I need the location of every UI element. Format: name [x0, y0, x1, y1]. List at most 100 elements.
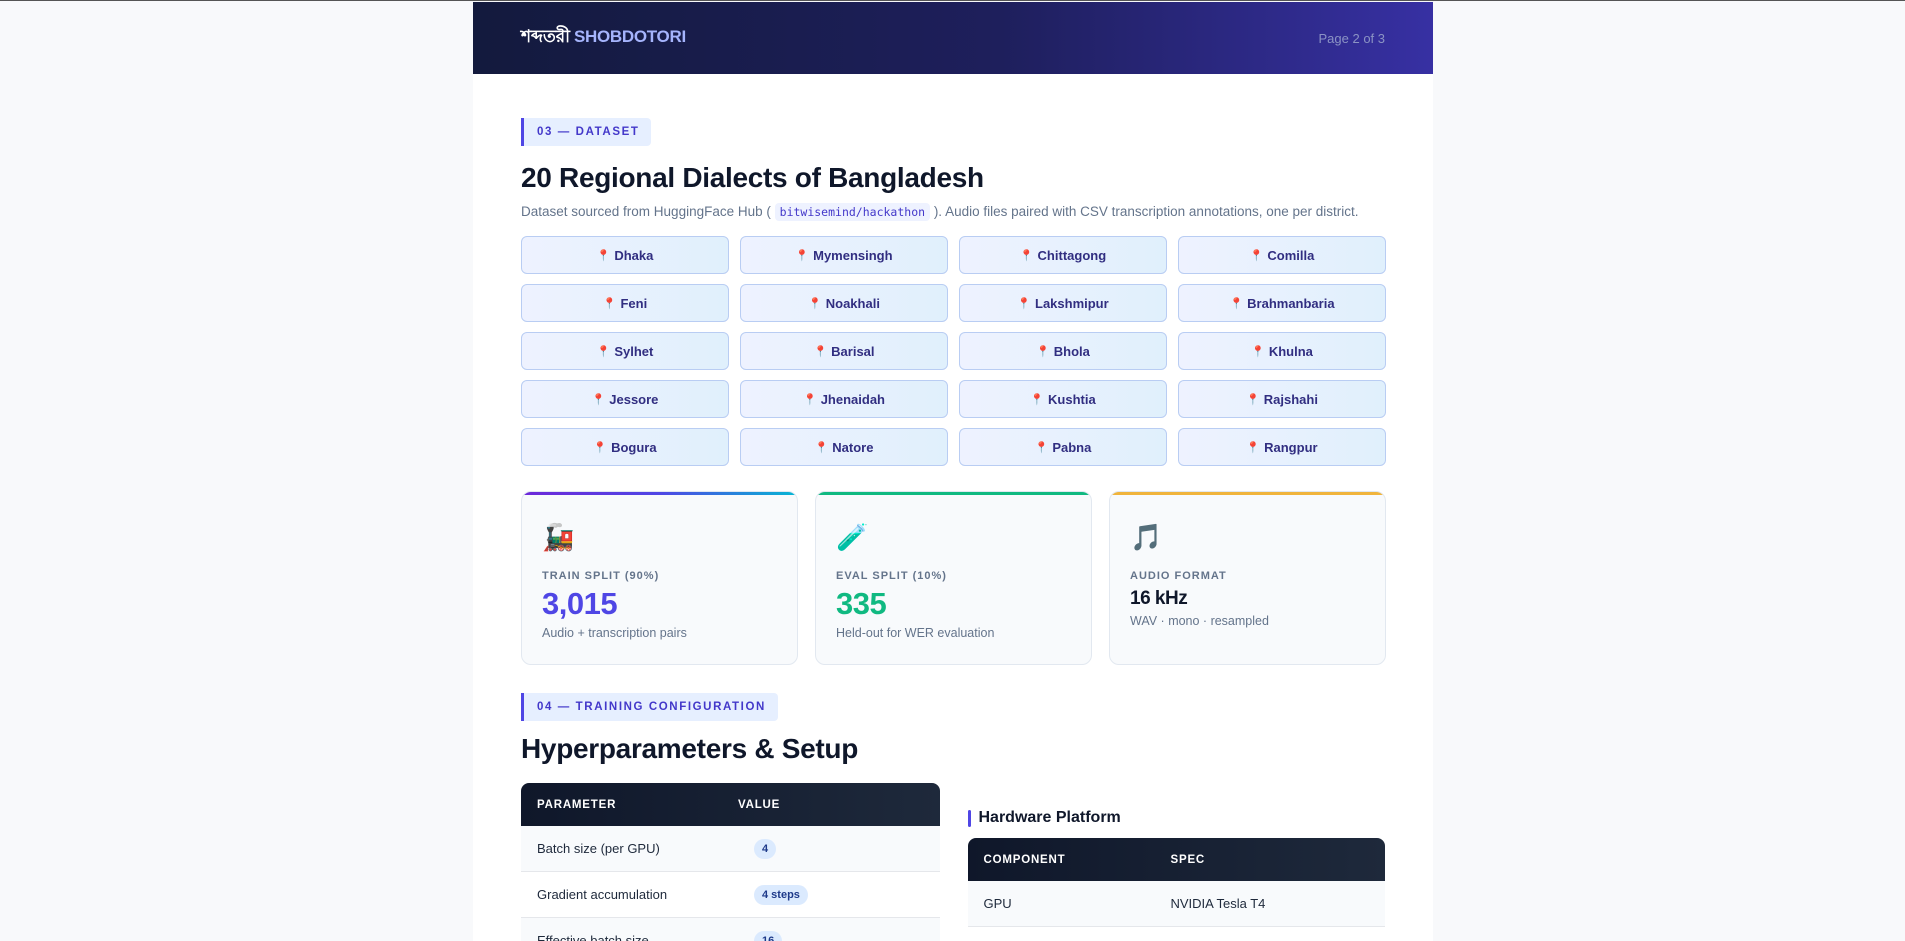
card-accent-bar: [1110, 492, 1385, 495]
round-pushpin-icon: 📍: [596, 249, 611, 262]
component-cell: GPU: [983, 896, 1012, 911]
dialect-chip: 📍 Natore: [740, 428, 948, 466]
table-header: COMPONENT SPEC: [967, 838, 1385, 881]
dialect-label: Rajshahi: [1263, 391, 1318, 407]
dialect-label: Kushtia: [1048, 391, 1096, 407]
dialect-chip: 📍 Sylhet: [521, 332, 729, 370]
page-header: শব্দতরী SHOBDOTORI Page 2 of 3: [473, 2, 1433, 74]
round-pushpin-icon: 📍: [1251, 345, 1265, 358]
stat-value: 335: [836, 586, 887, 621]
training-tables: PARAMETER VALUE Batch size (per GPU) 4 Gra…: [521, 783, 1385, 941]
brand-logo: শব্দতরী SHOBDOTORI: [521, 24, 686, 52]
stat-caption: Audio + transcription pairs: [542, 626, 687, 640]
dialect-label: Comilla: [1267, 247, 1315, 263]
hardware-section: Hardware Platform COMPONENT SPEC GPU NVID…: [967, 783, 1386, 941]
column-header-value: VALUE: [738, 798, 781, 811]
section-kicker-dataset: 03 — DATASET: [521, 118, 652, 146]
brand-bangla: শব্দতরী: [521, 27, 570, 47]
stat-caption: Held-out for WER evaluation: [836, 626, 995, 640]
dataset-repo-code: bitwisemind/hackathon: [774, 203, 931, 221]
table-row: GPU NVIDIA Tesla T4: [967, 881, 1385, 927]
dialect-chip: 📍 Comilla: [1178, 236, 1386, 274]
round-pushpin-icon: 📍: [1229, 297, 1244, 310]
stat-label: AUDIO FORMAT: [1130, 570, 1227, 582]
column-header-parameter: PARAMETER: [537, 798, 617, 811]
section-title-training: Hyperparameters & Setup: [521, 733, 859, 764]
round-pushpin-icon: 📍: [1019, 249, 1034, 262]
value-badge: 16: [754, 930, 783, 941]
parameter-cell: Effective batch size: [537, 933, 649, 941]
lede-text-before: Dataset sourced from HuggingFace Hub (: [521, 204, 771, 219]
stat-label: TRAIN SPLIT (90%): [542, 570, 660, 582]
card-accent-bar: [816, 492, 1091, 495]
hardware-table: COMPONENT SPEC GPU NVIDIA Tesla T4: [967, 838, 1386, 941]
hyperparameter-table: PARAMETER VALUE Batch size (per GPU) 4 Gra…: [521, 783, 940, 941]
dialect-chip: 📍 Mymensingh: [740, 236, 948, 274]
dialect-label: Lakshmipur: [1035, 295, 1109, 311]
round-pushpin-icon: 📍: [808, 297, 822, 310]
dialect-grid: 📍 Dhaka 📍 Mymensingh 📍 Chittagong 📍 Comilla 📍 Fen…: [521, 236, 1386, 466]
dialect-label: Bogura: [611, 439, 657, 455]
section-kicker-training: 04 — TRAINING CONFIGURATION: [521, 693, 778, 721]
round-pushpin-icon: 📍: [602, 297, 617, 310]
dialect-label: Chittagong: [1037, 247, 1107, 263]
dialect-label: Feni: [620, 295, 648, 311]
stat-card: 🧪 EVAL SPLIT (10%) 335 Held-out for WER eva…: [815, 491, 1092, 665]
dialect-label: Khulna: [1268, 343, 1313, 359]
dialect-label: Noakhali: [825, 295, 880, 311]
table-row: Gradient accumulation 4 steps: [521, 872, 940, 918]
stat-caption: WAV · mono · resampled: [1130, 614, 1269, 628]
dialect-label: Rangpur: [1264, 439, 1318, 455]
dialect-chip: 📍 Khulna: [1178, 332, 1386, 370]
dialect-chip: 📍 Kushtia: [959, 380, 1167, 418]
round-pushpin-icon: 📍: [1249, 249, 1264, 262]
round-pushpin-icon: 📍: [1030, 393, 1045, 406]
page-content: 03 — DATASET 20 Regional Dialects of Ban…: [473, 74, 1433, 941]
stat-label: EVAL SPLIT (10%): [836, 570, 947, 582]
table-body: Batch size (per GPU) 4 Gradient accumulati…: [521, 826, 940, 941]
parameter-cell: Batch size (per GPU): [537, 841, 660, 856]
dialect-chip: 📍 Rajshahi: [1178, 380, 1386, 418]
stat-value: 3,015: [542, 586, 618, 621]
card-accent-bar: [522, 492, 797, 495]
page-number: Page 2 of 3: [1318, 30, 1386, 46]
dialect-label: Bhola: [1053, 343, 1090, 359]
stat-value: 16 kHz: [1130, 588, 1188, 609]
dialect-chip: 📍 Lakshmipur: [959, 284, 1167, 322]
spec-cell: NVIDIA Tesla T4: [1170, 896, 1266, 911]
dialect-label: Dhaka: [614, 247, 654, 263]
lede-text-after: ). Audio files paired with CSV transcrip…: [933, 204, 1359, 219]
stat-card: 🎵 AUDIO FORMAT 16 kHz WAV · mono · resample…: [1109, 491, 1386, 665]
dialect-chip: 📍 Jhenaidah: [740, 380, 948, 418]
dataset-stats: 🚂 TRAIN SPLIT (90%) 3,015 Audio + transcrip…: [521, 491, 1386, 665]
round-pushpin-icon: 📍: [1246, 441, 1261, 454]
dialect-label: Brahmanbaria: [1247, 295, 1335, 311]
dialect-label: Pabna: [1052, 439, 1092, 455]
hardware-title: Hardware Platform: [967, 809, 1386, 827]
dialect-label: Sylhet: [614, 343, 654, 359]
dialect-chip: 📍 Dhaka: [521, 236, 729, 274]
round-pushpin-icon: 📍: [803, 393, 817, 406]
train-icon: 🚂: [542, 522, 575, 552]
dialect-chip: 📍 Bhola: [959, 332, 1167, 370]
test-tube-icon: 🧪: [836, 522, 869, 552]
round-pushpin-icon: 📍: [593, 441, 608, 454]
table-row: Effective batch size 16: [521, 918, 940, 941]
document-page: শব্দতরী SHOBDOTORI Page 2 of 3 03 — DATA…: [473, 2, 1433, 941]
table-row: Batch size (per GPU) 4: [521, 826, 940, 872]
parameter-cell: Gradient accumulation: [537, 887, 668, 902]
dialect-label: Jhenaidah: [820, 391, 885, 407]
dialect-chip: 📍 Chittagong: [959, 236, 1167, 274]
column-header-component: COMPONENT: [983, 853, 1066, 866]
stat-card: 🚂 TRAIN SPLIT (90%) 3,015 Audio + transcrip…: [521, 491, 798, 665]
table-body: GPU NVIDIA Tesla T4: [967, 881, 1386, 941]
dialect-chip: 📍 Rangpur: [1178, 428, 1386, 466]
dialect-chip: 📍 Bogura: [521, 428, 729, 466]
round-pushpin-icon: 📍: [1246, 393, 1260, 406]
accent-bar: [967, 809, 971, 827]
round-pushpin-icon: 📍: [596, 345, 611, 358]
round-pushpin-icon: 📍: [813, 345, 828, 358]
value-badge: 4: [754, 838, 777, 859]
brand-english: SHOBDOTORI: [573, 27, 686, 46]
table-row: [968, 927, 1386, 941]
